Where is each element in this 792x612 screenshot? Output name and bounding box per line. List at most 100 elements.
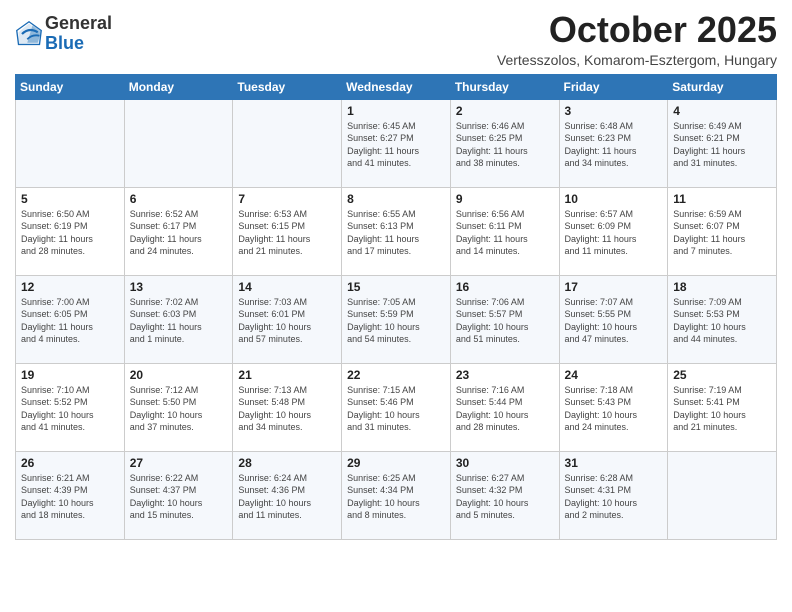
col-header-saturday: Saturday — [668, 74, 777, 99]
day-info: Sunrise: 7:09 AM Sunset: 5:53 PM Dayligh… — [673, 296, 771, 346]
calendar-cell: 20 Sunrise: 7:12 AM Sunset: 5:50 PM Dayli… — [124, 363, 233, 451]
day-info: Sunrise: 7:16 AM Sunset: 5:44 PM Dayligh… — [456, 384, 554, 434]
day-info: Sunrise: 7:05 AM Sunset: 5:59 PM Dayligh… — [347, 296, 445, 346]
calendar-cell: 9 Sunrise: 6:56 AM Sunset: 6:11 PM Daylig… — [450, 187, 559, 275]
month-title: October 2025 — [497, 10, 777, 50]
day-number: 27 — [130, 456, 228, 470]
day-info: Sunrise: 7:00 AM Sunset: 6:05 PM Dayligh… — [21, 296, 119, 346]
calendar-cell: 22Sunrise: 7:15 AM Sunset: 5:46 PM Dayli… — [342, 363, 451, 451]
day-info: Sunrise: 6:24 AM Sunset: 4:36 PM Dayligh… — [238, 472, 336, 522]
calendar-cell: 10 Sunrise: 6:57 AM Sunset: 6:09 PM Dayli… — [559, 187, 668, 275]
calendar-cell: 11 Sunrise: 6:59 AM Sunset: 6:07 PM Dayli… — [668, 187, 777, 275]
day-info: Sunrise: 6:48 AM Sunset: 6:23 PM Dayligh… — [565, 120, 663, 170]
week-row-1: 1 Sunrise: 6:45 AM Sunset: 6:27 PM Daylig… — [16, 99, 777, 187]
day-number: 13 — [130, 280, 228, 294]
calendar-cell: 13 Sunrise: 7:02 AM Sunset: 6:03 PM Dayli… — [124, 275, 233, 363]
day-number: 8 — [347, 192, 445, 206]
calendar-cell: 31 Sunrise: 6:28 AM Sunset: 4:31 PM Dayli… — [559, 451, 668, 539]
calendar-cell: 23 Sunrise: 7:16 AM Sunset: 5:44 PM Dayli… — [450, 363, 559, 451]
day-info: Sunrise: 6:57 AM Sunset: 6:09 PM Dayligh… — [565, 208, 663, 258]
day-info: Sunrise: 7:12 AM Sunset: 5:50 PM Dayligh… — [130, 384, 228, 434]
day-info: Sunrise: 6:28 AM Sunset: 4:31 PM Dayligh… — [565, 472, 663, 522]
logo-icon — [15, 20, 43, 48]
calendar-cell: 29 Sunrise: 6:25 AM Sunset: 4:34 PM Dayli… — [342, 451, 451, 539]
calendar-cell: 6Sunrise: 6:52 AM Sunset: 6:17 PM Daylig… — [124, 187, 233, 275]
calendar-cell: 27Sunrise: 6:22 AM Sunset: 4:37 PM Dayli… — [124, 451, 233, 539]
day-number: 1 — [347, 104, 445, 118]
day-info: Sunrise: 6:56 AM Sunset: 6:11 PM Dayligh… — [456, 208, 554, 258]
calendar-table: SundayMondayTuesdayWednesdayThursdayFrid… — [15, 74, 777, 540]
col-header-friday: Friday — [559, 74, 668, 99]
calendar-cell — [124, 99, 233, 187]
logo-general-label: General — [45, 14, 112, 34]
day-number: 5 — [21, 192, 119, 206]
day-number: 17 — [565, 280, 663, 294]
day-info: Sunrise: 7:15 AM Sunset: 5:46 PM Dayligh… — [347, 384, 445, 434]
week-row-4: 19Sunrise: 7:10 AM Sunset: 5:52 PM Dayli… — [16, 363, 777, 451]
calendar-cell: 7 Sunrise: 6:53 AM Sunset: 6:15 PM Daylig… — [233, 187, 342, 275]
calendar-cell: 30 Sunrise: 6:27 AM Sunset: 4:32 PM Dayli… — [450, 451, 559, 539]
calendar-cell: 25 Sunrise: 7:19 AM Sunset: 5:41 PM Dayli… — [668, 363, 777, 451]
calendar-cell: 17 Sunrise: 7:07 AM Sunset: 5:55 PM Dayli… — [559, 275, 668, 363]
calendar-cell — [233, 99, 342, 187]
col-header-thursday: Thursday — [450, 74, 559, 99]
day-number: 11 — [673, 192, 771, 206]
calendar-cell: 4Sunrise: 6:49 AM Sunset: 6:21 PM Daylig… — [668, 99, 777, 187]
day-info: Sunrise: 6:46 AM Sunset: 6:25 PM Dayligh… — [456, 120, 554, 170]
day-number: 29 — [347, 456, 445, 470]
col-header-sunday: Sunday — [16, 74, 125, 99]
day-number: 7 — [238, 192, 336, 206]
week-row-5: 26Sunrise: 6:21 AM Sunset: 4:39 PM Dayli… — [16, 451, 777, 539]
calendar-cell: 14 Sunrise: 7:03 AM Sunset: 6:01 PM Dayli… — [233, 275, 342, 363]
day-number: 14 — [238, 280, 336, 294]
day-info: Sunrise: 7:19 AM Sunset: 5:41 PM Dayligh… — [673, 384, 771, 434]
day-number: 30 — [456, 456, 554, 470]
calendar-cell: 21Sunrise: 7:13 AM Sunset: 5:48 PM Dayli… — [233, 363, 342, 451]
day-number: 24 — [565, 368, 663, 382]
location-subtitle: Vertesszolos, Komarom-Esztergom, Hungary — [497, 52, 777, 68]
day-number: 4 — [673, 104, 771, 118]
day-number: 20 — [130, 368, 228, 382]
calendar-cell — [668, 451, 777, 539]
day-number: 23 — [456, 368, 554, 382]
day-number: 31 — [565, 456, 663, 470]
logo-text: General Blue — [45, 14, 112, 54]
day-info: Sunrise: 7:06 AM Sunset: 5:57 PM Dayligh… — [456, 296, 554, 346]
page-header: General Blue October 2025 Vertesszolos, … — [15, 10, 777, 68]
header-row: SundayMondayTuesdayWednesdayThursdayFrid… — [16, 74, 777, 99]
day-info: Sunrise: 6:27 AM Sunset: 4:32 PM Dayligh… — [456, 472, 554, 522]
day-info: Sunrise: 6:50 AM Sunset: 6:19 PM Dayligh… — [21, 208, 119, 258]
calendar-cell: 16 Sunrise: 7:06 AM Sunset: 5:57 PM Dayli… — [450, 275, 559, 363]
day-number: 15 — [347, 280, 445, 294]
calendar-cell — [16, 99, 125, 187]
calendar-cell: 18 Sunrise: 7:09 AM Sunset: 5:53 PM Dayli… — [668, 275, 777, 363]
day-info: Sunrise: 6:21 AM Sunset: 4:39 PM Dayligh… — [21, 472, 119, 522]
day-info: Sunrise: 6:53 AM Sunset: 6:15 PM Dayligh… — [238, 208, 336, 258]
day-number: 25 — [673, 368, 771, 382]
day-number: 9 — [456, 192, 554, 206]
day-number: 10 — [565, 192, 663, 206]
week-row-2: 5 Sunrise: 6:50 AM Sunset: 6:19 PM Daylig… — [16, 187, 777, 275]
day-number: 28 — [238, 456, 336, 470]
day-number: 12 — [21, 280, 119, 294]
calendar-cell: 28 Sunrise: 6:24 AM Sunset: 4:36 PM Dayli… — [233, 451, 342, 539]
day-info: Sunrise: 7:10 AM Sunset: 5:52 PM Dayligh… — [21, 384, 119, 434]
calendar-cell: 26Sunrise: 6:21 AM Sunset: 4:39 PM Dayli… — [16, 451, 125, 539]
logo: General Blue — [15, 14, 112, 54]
day-number: 2 — [456, 104, 554, 118]
day-info: Sunrise: 6:25 AM Sunset: 4:34 PM Dayligh… — [347, 472, 445, 522]
day-info: Sunrise: 7:03 AM Sunset: 6:01 PM Dayligh… — [238, 296, 336, 346]
col-header-tuesday: Tuesday — [233, 74, 342, 99]
day-info: Sunrise: 7:07 AM Sunset: 5:55 PM Dayligh… — [565, 296, 663, 346]
col-header-monday: Monday — [124, 74, 233, 99]
calendar-cell: 12 Sunrise: 7:00 AM Sunset: 6:05 PM Dayli… — [16, 275, 125, 363]
calendar-cell: 2 Sunrise: 6:46 AM Sunset: 6:25 PM Daylig… — [450, 99, 559, 187]
day-info: Sunrise: 6:45 AM Sunset: 6:27 PM Dayligh… — [347, 120, 445, 170]
day-info: Sunrise: 6:59 AM Sunset: 6:07 PM Dayligh… — [673, 208, 771, 258]
day-info: Sunrise: 7:02 AM Sunset: 6:03 PM Dayligh… — [130, 296, 228, 346]
calendar-cell: 3Sunrise: 6:48 AM Sunset: 6:23 PM Daylig… — [559, 99, 668, 187]
day-number: 18 — [673, 280, 771, 294]
day-number: 16 — [456, 280, 554, 294]
day-number: 21 — [238, 368, 336, 382]
calendar-cell: 8Sunrise: 6:55 AM Sunset: 6:13 PM Daylig… — [342, 187, 451, 275]
